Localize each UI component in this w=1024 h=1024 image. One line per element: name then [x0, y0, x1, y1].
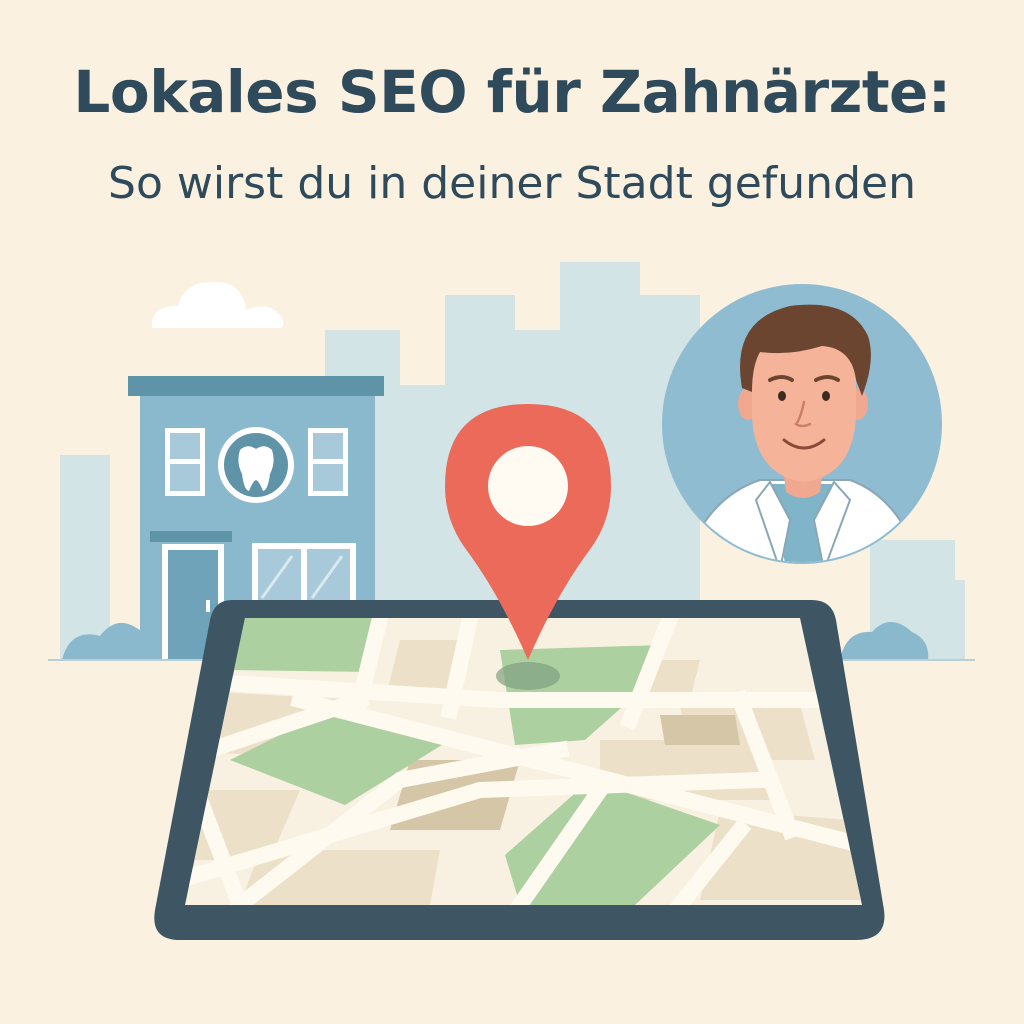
building-window	[165, 428, 205, 496]
tablet-map	[154, 600, 885, 940]
tooth-icon	[218, 427, 294, 503]
pin-shadow	[496, 662, 560, 690]
building-window	[252, 543, 356, 609]
dentist-avatar	[662, 284, 942, 564]
map-building-block	[660, 715, 740, 745]
cloud-icon	[151, 281, 284, 328]
hero-illustration	[48, 262, 975, 940]
map-park	[232, 618, 380, 672]
page: Lokales SEO für Zahnärzte: So wirst du i…	[0, 0, 1024, 1024]
building-window	[308, 428, 348, 496]
